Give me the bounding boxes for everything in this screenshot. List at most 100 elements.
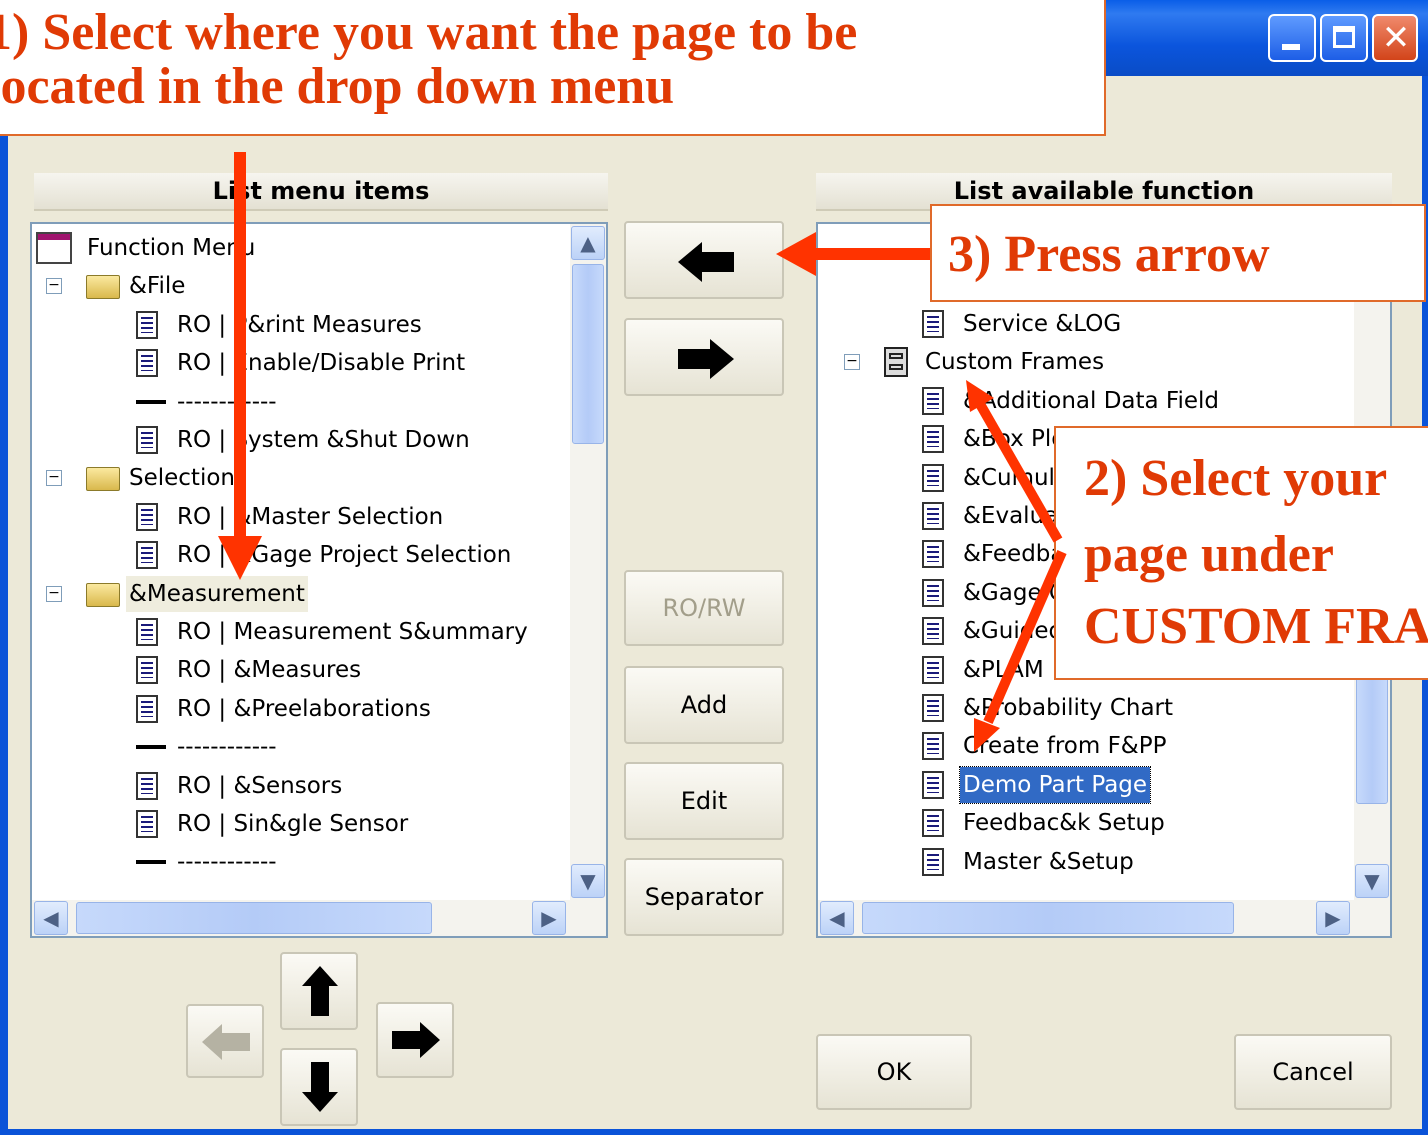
arrow-right-icon <box>392 1022 440 1058</box>
nav-left-button[interactable] <box>186 1004 264 1078</box>
scroll-left-icon[interactable]: ◀ <box>34 901 68 935</box>
callout-step-2: 2) Select your page under CUSTOM FRAMES <box>1054 426 1428 680</box>
cancel-button[interactable]: Cancel <box>1234 1034 1392 1110</box>
scroll-up-icon[interactable]: ▲ <box>571 226 605 260</box>
tree-folder-item[interactable]: − &File <box>46 268 188 304</box>
tree-item[interactable]: Create from F&PP <box>922 728 1169 764</box>
tree-separator-item[interactable]: ------------ <box>136 844 280 880</box>
horizontal-scrollbar[interactable]: ◀ ▶ <box>818 900 1390 936</box>
tree-item-label: ------------ <box>177 388 277 415</box>
tree-item[interactable]: &Cumula <box>922 460 1072 496</box>
tree-item-label: ------------ <box>177 849 277 876</box>
edit-button[interactable]: Edit <box>624 762 784 840</box>
callout-step-3-text: 3) Press arrow <box>948 226 1270 283</box>
tree-item[interactable]: RO | Sin&gle Sensor <box>136 806 411 842</box>
scroll-thumb[interactable] <box>862 902 1234 934</box>
add-button[interactable]: Add <box>624 666 784 744</box>
tree-item[interactable]: RO | &Preelaborations <box>136 691 434 727</box>
nav-up-button[interactable] <box>280 952 358 1030</box>
tree-item-label: Function Menu <box>87 235 256 261</box>
close-icon: ✕ <box>1381 18 1411 58</box>
callout-step-2-line-3: CUSTOM FRAMES <box>1084 598 1428 655</box>
tree-item-label: &Guided <box>963 618 1064 645</box>
document-icon <box>922 809 944 838</box>
document-icon <box>922 770 944 799</box>
horizontal-scrollbar[interactable]: ◀ ▶ <box>32 900 606 936</box>
tree-folder-item[interactable]: − Custom Frames <box>844 344 1107 380</box>
tree-item[interactable]: RO | Measurement S&ummary <box>136 614 531 650</box>
ro-rw-button[interactable]: RO/RW <box>624 570 784 646</box>
tree-item-label: RO | &Measures <box>177 657 362 684</box>
document-icon <box>136 694 158 723</box>
expander-icon[interactable]: − <box>844 354 860 371</box>
menu-items-tree[interactable]: Function Menu − &File RO | P&rint Measures R… <box>30 222 608 938</box>
arrow-right-icon <box>678 339 734 379</box>
scroll-left-icon[interactable]: ◀ <box>820 901 854 935</box>
document-icon <box>922 386 944 415</box>
folder-icon <box>86 582 120 607</box>
tree-folder-item[interactable]: − Selection <box>46 460 238 496</box>
document-icon <box>922 655 944 684</box>
expander-icon[interactable]: − <box>46 585 62 602</box>
vertical-scrollbar[interactable]: ▲▼ <box>570 224 606 900</box>
tree-item-label: RO | Measurement S&ummary <box>177 619 528 645</box>
tree-item[interactable]: &Evalua <box>922 498 1061 534</box>
tree-separator-item[interactable]: ------------ <box>136 729 280 765</box>
scroll-down-icon[interactable]: ▼ <box>1355 864 1389 898</box>
ok-button[interactable]: OK <box>816 1034 972 1110</box>
tree-folder-item[interactable]: − &Measurement <box>46 575 308 612</box>
tree-item[interactable]: RO | Enable/Disable Print <box>136 345 468 381</box>
document-icon <box>136 349 158 378</box>
tree-item[interactable]: Function Menu <box>36 230 258 266</box>
arrow-up-icon <box>302 966 338 1016</box>
tree-item[interactable]: Service &LOG <box>922 306 1124 342</box>
tree-item-label: &File <box>129 273 186 300</box>
tree-item-label: RO | P&rint Measures <box>177 311 422 338</box>
move-left-button[interactable] <box>624 221 784 299</box>
scroll-thumb[interactable] <box>76 902 432 934</box>
tree-item[interactable]: RO | System &Shut Down <box>136 422 473 458</box>
tree-item[interactable]: RO | &Measures <box>136 652 364 688</box>
minimize-button[interactable] <box>1268 14 1316 62</box>
nav-down-button[interactable] <box>280 1048 358 1126</box>
document-icon <box>922 578 944 607</box>
document-icon <box>922 502 944 530</box>
arrow-left-icon <box>202 1024 250 1060</box>
tree-item[interactable]: Feedbac&k Setup <box>922 805 1168 841</box>
tree-item[interactable]: RO | &Sensors <box>136 768 345 804</box>
expander-icon[interactable]: − <box>46 470 62 487</box>
close-button[interactable]: ✕ <box>1372 14 1418 62</box>
tree-item[interactable]: &Additional Data Field <box>922 383 1222 419</box>
tree-item[interactable]: &Guided <box>922 613 1066 649</box>
document-icon <box>136 310 158 339</box>
document-icon <box>922 847 944 876</box>
callout-step-1-line-2: located in the drop down menu <box>0 58 675 115</box>
tree-item[interactable]: Master &Setup <box>922 844 1137 880</box>
scroll-right-icon[interactable]: ▶ <box>532 901 566 935</box>
maximize-button[interactable] <box>1320 14 1368 62</box>
tree-item[interactable]: &Probability Chart <box>922 690 1176 726</box>
move-right-button[interactable] <box>624 318 784 396</box>
nav-right-button[interactable] <box>376 1002 454 1078</box>
tree-item[interactable]: Demo Part Page <box>922 765 1152 804</box>
tree-item[interactable]: &Feedba <box>922 536 1068 572</box>
tree-item-label: Feedbac&k Setup <box>963 810 1165 837</box>
tree-item[interactable]: RO | &Gage Project Selection <box>136 537 514 573</box>
scroll-down-icon[interactable]: ▼ <box>571 864 605 898</box>
scroll-thumb[interactable] <box>572 264 604 444</box>
tree-separator-item[interactable]: ------------ <box>136 384 280 420</box>
document-icon <box>922 463 944 492</box>
maximize-icon <box>1333 26 1355 48</box>
tree-item[interactable]: RO | &Master Selection <box>136 499 446 535</box>
tree-item[interactable]: RO | P&rint Measures <box>136 307 425 343</box>
application-window: ✕ List menu items Function Menu − &File RO … <box>0 0 1428 1135</box>
scroll-right-icon[interactable]: ▶ <box>1316 901 1350 935</box>
document-icon <box>922 617 944 646</box>
expander-icon[interactable]: − <box>46 278 62 295</box>
tree-item[interactable]: &Box Plo <box>922 421 1068 457</box>
separator-button[interactable]: Separator <box>624 858 784 936</box>
tree-item[interactable]: &PLAM <box>922 652 1047 688</box>
document-icon <box>136 426 158 454</box>
tree-item-label: &Gage C <box>963 579 1065 606</box>
tree-item[interactable]: &Gage C <box>922 575 1068 611</box>
